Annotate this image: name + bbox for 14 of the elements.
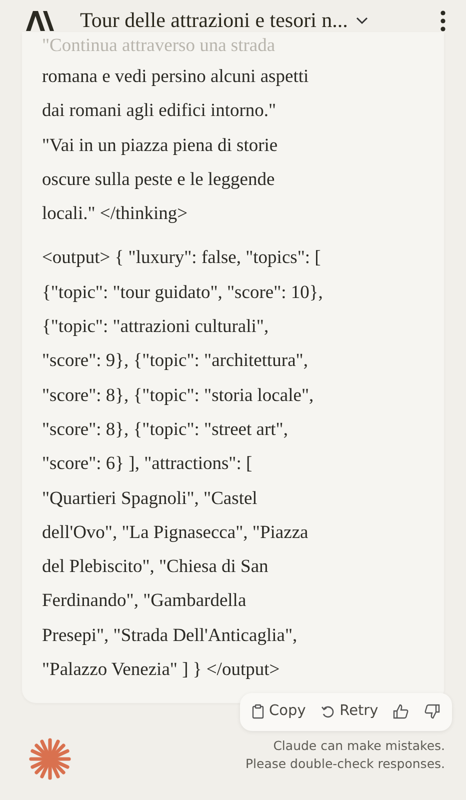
message-text: <output> { "luxury": false, "topics": [ {"topic": "tour guidato", "score": 10}, {"topic": "attrazioni culturali", "score": 9}, {"topic": "architettura", "score": 8}, {"topic": "storia locale", "score": 8}, {"topic": "street art", "score": 6} ], "attractions": [ "Quartieri Spagnoli", "Castel dell'Ovo", "La Pignasecca", "Piazza del Plebiscito", "Chiesa di San Ferdinando", "Gambardella Presepi", "Strada Dell'Anticaglia", "Palazzo Venezia" ] } </output> [42,247,324,682]
message-text: romana e vedi persino alcuni aspetti dai romani agli edifici intorno." "Vai in un piazza piena di storie oscure sulla peste e le leggende locali." </thinking> [42,66,310,226]
disclaimer-text: Claude can make mistakes. [272,736,445,755]
clipboard-icon [252,704,264,720]
conversation-title[interactable]: Tour delle attrazioni e tesori n... [80,5,348,37]
asterisk-logo-icon [28,736,72,781]
more-options-icon[interactable] [440,10,446,32]
retry-icon [320,704,335,719]
message-text: "Continua attraverso una strada [42,35,276,58]
chevron-down-icon[interactable] [356,17,368,25]
disclaimer-text: Please double-check responses. [246,754,445,773]
logo-icon [26,11,56,31]
copy-button[interactable]: Copy [248,697,310,727]
retry-button[interactable]: Retry [316,697,382,727]
